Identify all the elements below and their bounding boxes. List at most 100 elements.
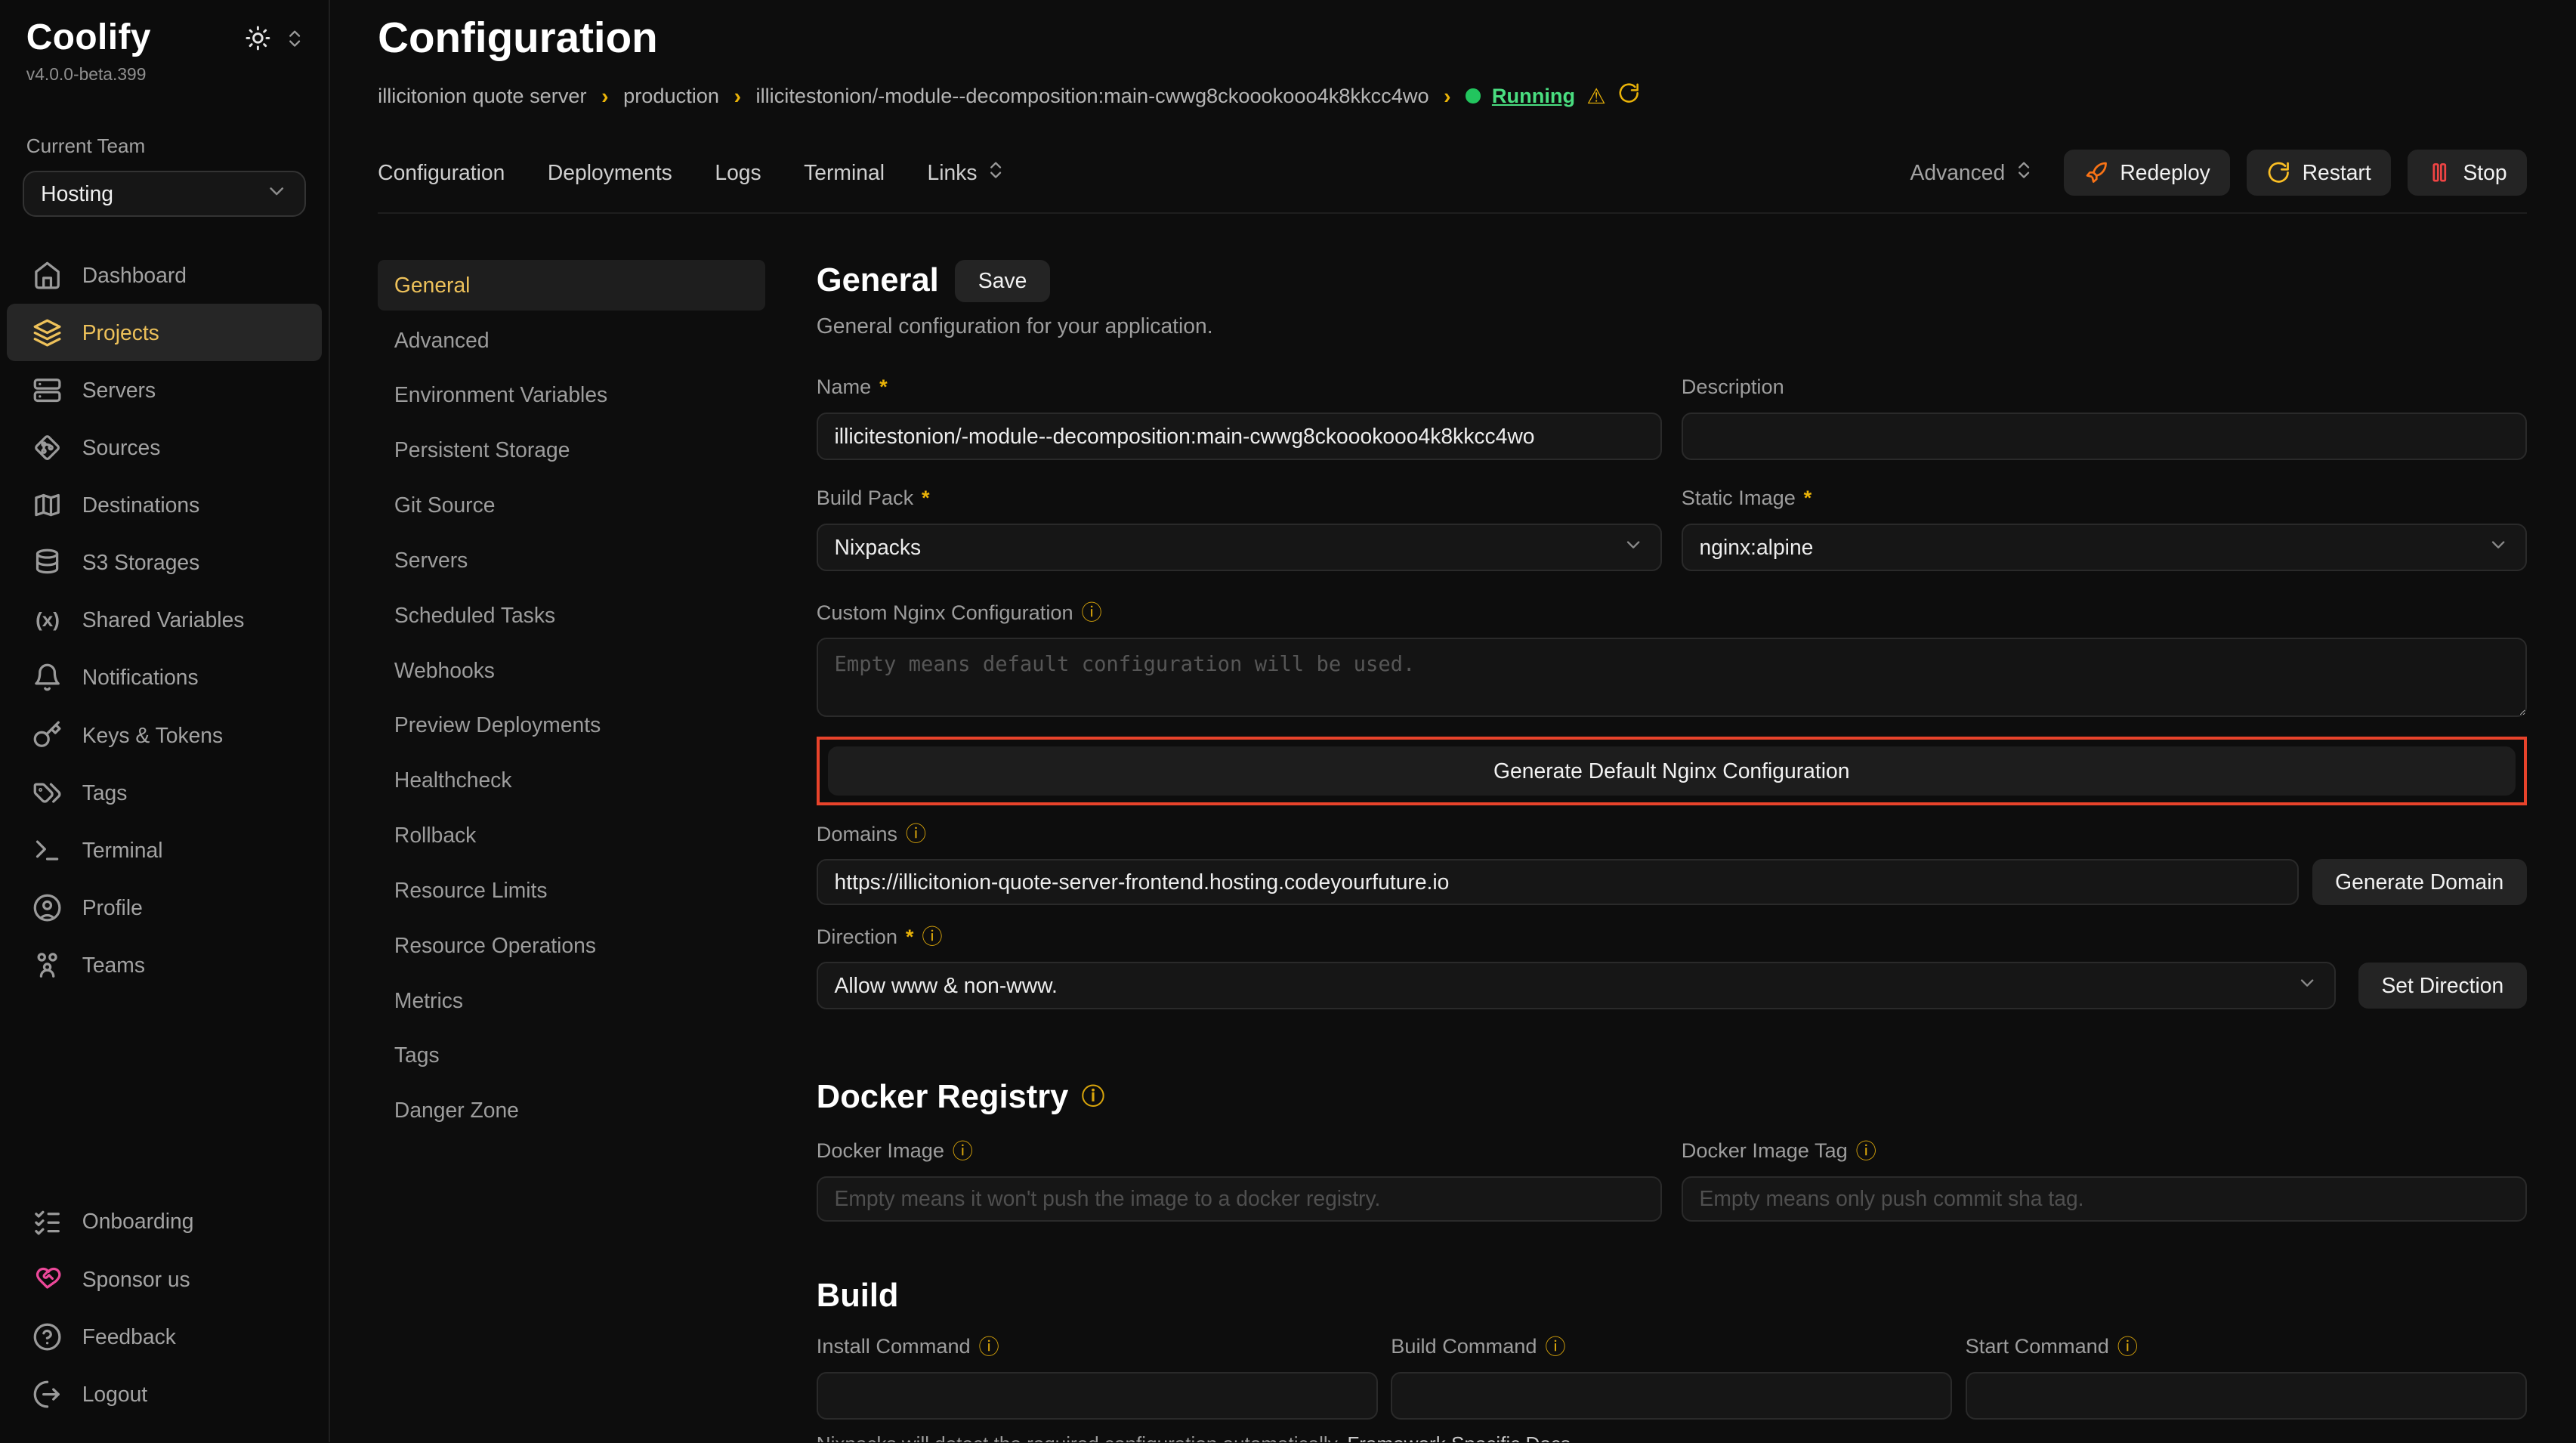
subnav-item-persistent-storage[interactable]: Persistent Storage bbox=[378, 425, 765, 475]
tab-label: Logs bbox=[715, 160, 761, 185]
sidebar-item-notifications[interactable]: Notifications bbox=[7, 649, 323, 706]
subnav-item-preview-deployments[interactable]: Preview Deployments bbox=[378, 700, 765, 750]
subnav-item-webhooks[interactable]: Webhooks bbox=[378, 644, 765, 695]
info-icon: ⓘ bbox=[1081, 602, 1101, 623]
breadcrumb-project[interactable]: illicitonion quote server bbox=[378, 84, 586, 108]
save-button[interactable]: Save bbox=[955, 260, 1049, 303]
name-input[interactable] bbox=[817, 413, 1662, 460]
subnav-item-resource-limits[interactable]: Resource Limits bbox=[378, 865, 765, 916]
users-icon bbox=[32, 950, 62, 980]
database-icon bbox=[32, 548, 62, 577]
info-icon: ⓘ bbox=[922, 926, 942, 947]
sidebar-item-destinations[interactable]: Destinations bbox=[7, 477, 323, 534]
general-subtitle: General configuration for your applicati… bbox=[817, 314, 2527, 338]
sidebar-item-label: Servers bbox=[82, 378, 156, 403]
build-command-input[interactable] bbox=[1391, 1372, 1952, 1420]
tab-configuration[interactable]: Configuration bbox=[378, 160, 505, 185]
stop-button[interactable]: Stop bbox=[2408, 150, 2527, 196]
custom-nginx-label: Custom Nginx Configurationⓘ bbox=[817, 601, 2527, 625]
subnav-item-danger-zone[interactable]: Danger Zone bbox=[378, 1085, 765, 1136]
domains-input[interactable] bbox=[817, 859, 2300, 905]
sidebar-item-label: Terminal bbox=[82, 838, 163, 863]
sidebar-item-dashboard[interactable]: Dashboard bbox=[7, 246, 323, 304]
breadcrumb-chevron-icon: › bbox=[1444, 84, 1450, 109]
sidebar-item-s3-storages[interactable]: S3 Storages bbox=[7, 534, 323, 592]
subnav-item-general[interactable]: General bbox=[378, 260, 765, 311]
breadcrumb-environment[interactable]: production bbox=[623, 84, 719, 108]
breadcrumb-application[interactable]: illicitestonion/-module--decomposition:m… bbox=[756, 84, 1429, 108]
build-pack-select[interactable]: Nixpacks bbox=[817, 524, 1662, 571]
subnav-item-resource-operations[interactable]: Resource Operations bbox=[378, 920, 765, 971]
app-version: v4.0.0-beta.399 bbox=[0, 58, 329, 85]
sidebar-item-tags[interactable]: Tags bbox=[7, 764, 323, 821]
pause-icon bbox=[2427, 160, 2452, 185]
tab-deployments[interactable]: Deployments bbox=[548, 160, 672, 185]
docker-image-tag-input[interactable] bbox=[1682, 1176, 2527, 1222]
theme-sun-icon[interactable] bbox=[245, 25, 271, 58]
sidebar-item-feedback[interactable]: Feedback bbox=[7, 1308, 323, 1365]
subnav-item-environment-variables[interactable]: Environment Variables bbox=[378, 369, 765, 420]
subnav-item-servers[interactable]: Servers bbox=[378, 535, 765, 586]
restart-button[interactable]: Restart bbox=[2247, 150, 2391, 196]
sidebar-item-terminal[interactable]: Terminal bbox=[7, 821, 323, 879]
advanced-menu[interactable]: Advanced bbox=[1910, 159, 2035, 186]
sidebar-item-projects[interactable]: Projects bbox=[7, 304, 323, 361]
sidebar-item-label: Feedback bbox=[82, 1324, 176, 1349]
generate-domain-button[interactable]: Generate Domain bbox=[2312, 859, 2527, 905]
subnav-item-advanced[interactable]: Advanced bbox=[378, 314, 765, 365]
tab-label: Terminal bbox=[804, 160, 885, 185]
status-badge: Running ⚠ bbox=[1466, 82, 1640, 110]
sidebar-item-label: Dashboard bbox=[82, 263, 187, 288]
build-pack-value: Nixpacks bbox=[835, 535, 922, 560]
chevrons-up-down-icon[interactable] bbox=[284, 26, 305, 56]
subnav-item-healthcheck[interactable]: Healthcheck bbox=[378, 755, 765, 805]
config-subnav: General Advanced Environment Variables P… bbox=[378, 260, 765, 1443]
chevron-down-icon bbox=[1623, 534, 1644, 561]
status-text[interactable]: Running bbox=[1492, 84, 1575, 108]
tab-logs[interactable]: Logs bbox=[715, 160, 761, 185]
git-source-icon bbox=[32, 433, 62, 462]
framework-docs-link[interactable]: Framework Specific Docs bbox=[1347, 1432, 1571, 1442]
static-image-label: Static Image* bbox=[1682, 486, 2527, 510]
start-command-input[interactable] bbox=[1966, 1372, 2527, 1420]
static-image-select[interactable]: nginx:alpine bbox=[1682, 524, 2527, 571]
subnav-item-scheduled-tasks[interactable]: Scheduled Tasks bbox=[378, 590, 765, 641]
tab-links[interactable]: Links bbox=[928, 159, 1007, 186]
content: General Advanced Environment Variables P… bbox=[378, 214, 2527, 1443]
required-asterisk: * bbox=[879, 375, 888, 399]
user-icon bbox=[32, 893, 62, 922]
subnav-item-rollback[interactable]: Rollback bbox=[378, 810, 765, 861]
tab-terminal[interactable]: Terminal bbox=[804, 160, 885, 185]
sidebar-item-servers[interactable]: Servers bbox=[7, 361, 323, 419]
sidebar-item-label: Destinations bbox=[82, 493, 200, 518]
docker-image-input[interactable] bbox=[817, 1176, 1662, 1222]
install-command-input[interactable] bbox=[817, 1372, 1378, 1420]
team-select[interactable]: Hosting bbox=[23, 171, 305, 217]
sidebar-item-onboarding[interactable]: Onboarding bbox=[7, 1193, 323, 1250]
sidebar-item-sources[interactable]: Sources bbox=[7, 419, 323, 476]
refresh-icon[interactable] bbox=[1617, 82, 1640, 110]
home-icon bbox=[32, 261, 62, 290]
nixpacks-note: Nixpacks will detect the required config… bbox=[817, 1432, 2527, 1442]
subnav-item-metrics[interactable]: Metrics bbox=[378, 975, 765, 1025]
sidebar-item-label: Keys & Tokens bbox=[82, 723, 223, 748]
sidebar-item-sponsor-us[interactable]: Sponsor us bbox=[7, 1250, 323, 1308]
subnav-item-git-source[interactable]: Git Source bbox=[378, 480, 765, 530]
sidebar-item-logout[interactable]: Logout bbox=[7, 1365, 323, 1423]
direction-select[interactable]: Allow www & non-www. bbox=[817, 962, 2336, 1009]
sidebar-bottom-nav: Onboarding Sponsor us Feedback Logout bbox=[0, 1193, 329, 1423]
build-command-label: Build Commandⓘ bbox=[1391, 1334, 1952, 1358]
custom-nginx-textarea[interactable] bbox=[817, 638, 2527, 716]
redeploy-button[interactable]: Redeploy bbox=[2064, 150, 2229, 196]
subnav-item-tags[interactable]: Tags bbox=[378, 1030, 765, 1080]
sidebar-item-profile[interactable]: Profile bbox=[7, 879, 323, 936]
description-input[interactable] bbox=[1682, 413, 2527, 460]
annotation-highlight-box: Generate Default Nginx Configuration bbox=[817, 737, 2527, 805]
sidebar-item-shared-variables[interactable]: (x) Shared Variables bbox=[7, 592, 323, 649]
required-asterisk: * bbox=[1804, 486, 1812, 510]
sidebar-item-teams[interactable]: Teams bbox=[7, 936, 323, 993]
team-select-value: Hosting bbox=[41, 181, 113, 206]
set-direction-button[interactable]: Set Direction bbox=[2358, 963, 2527, 1009]
generate-nginx-config-button[interactable]: Generate Default Nginx Configuration bbox=[828, 746, 2516, 796]
sidebar-item-keys-tokens[interactable]: Keys & Tokens bbox=[7, 706, 323, 764]
